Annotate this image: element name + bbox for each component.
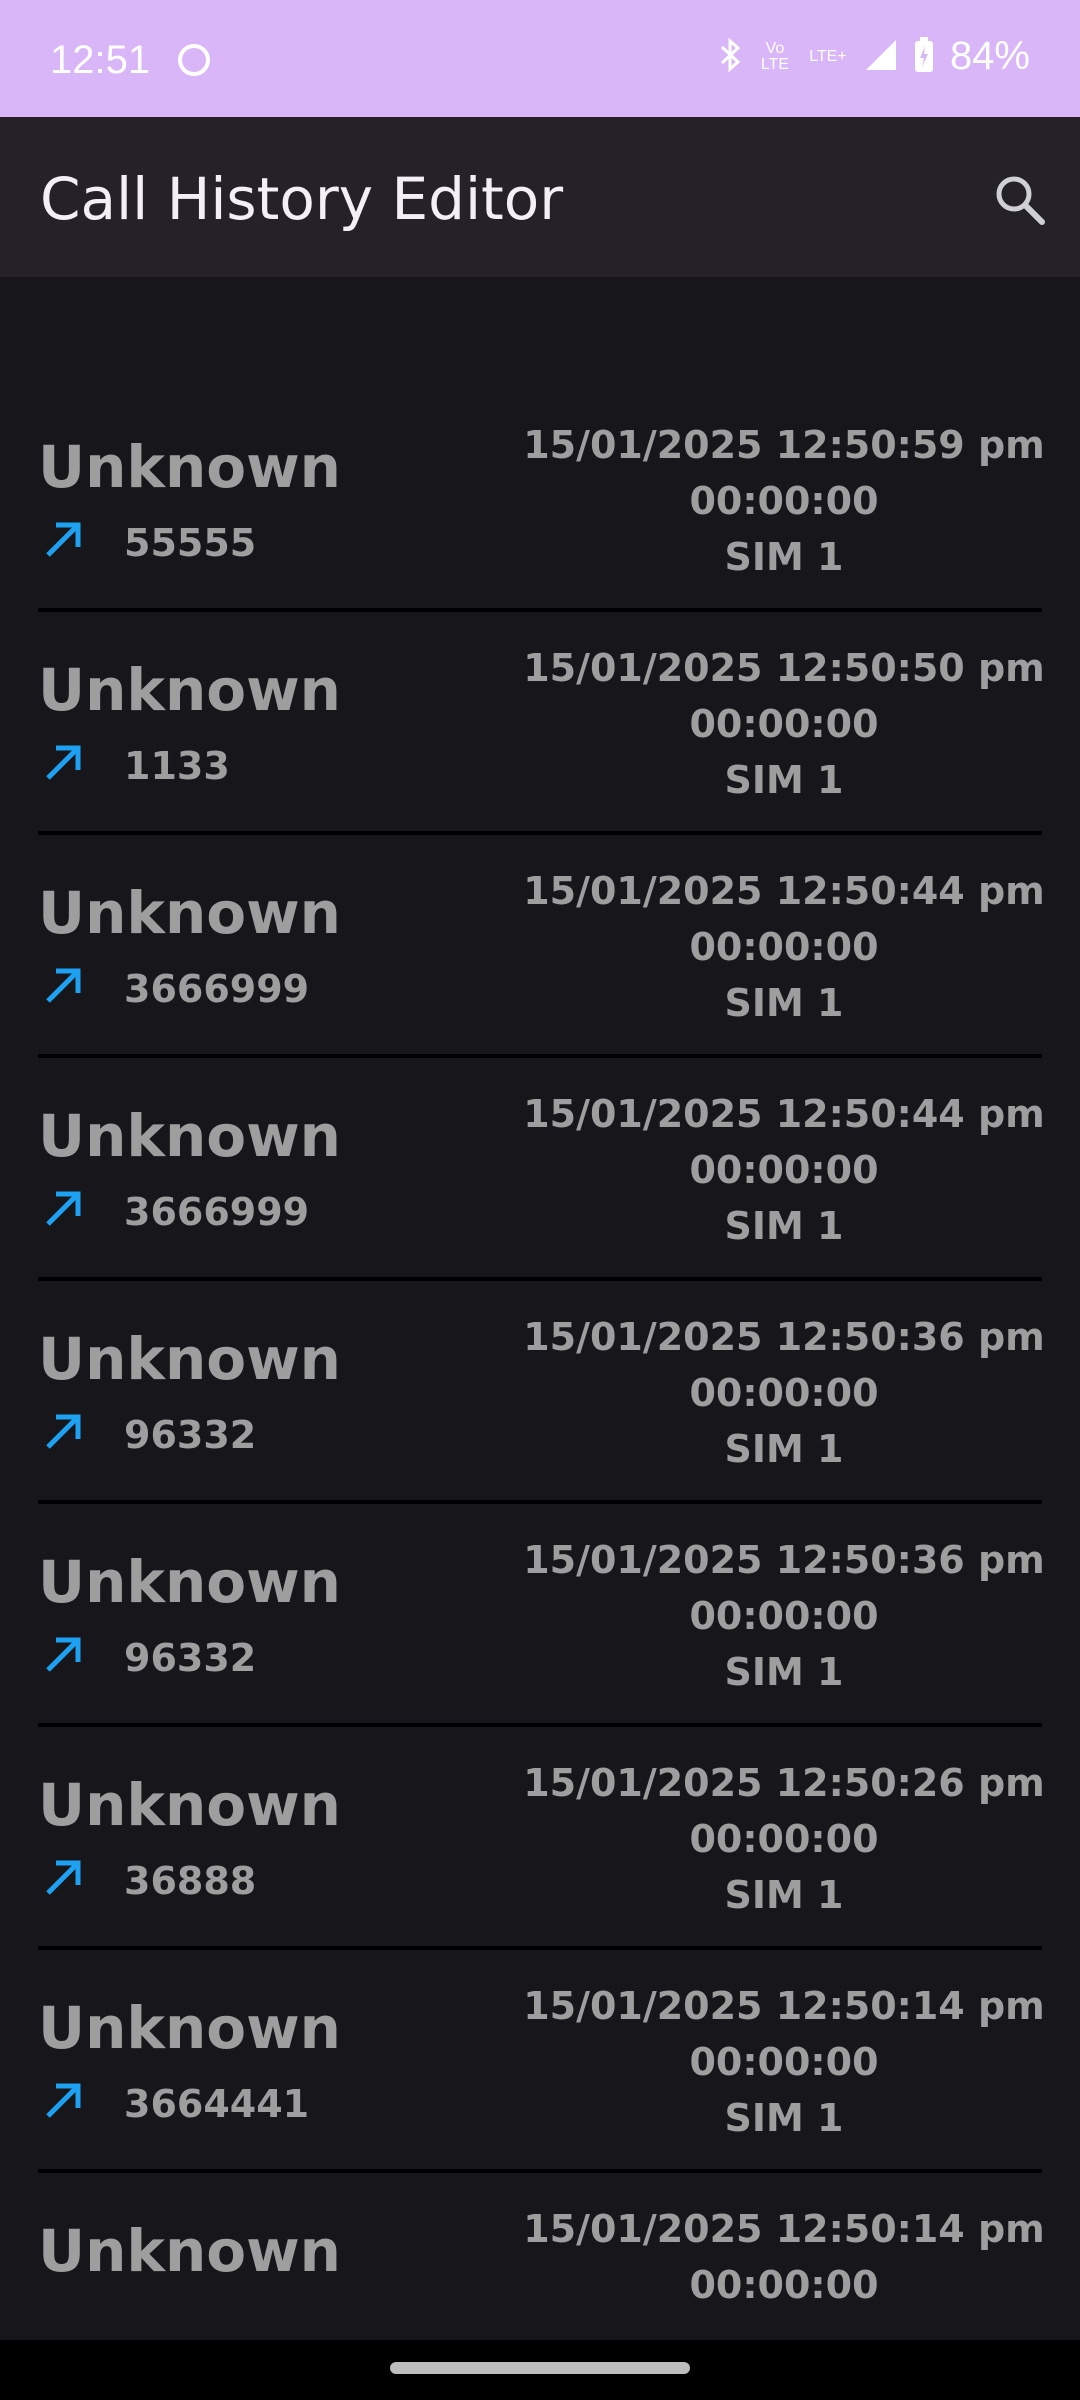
sim-label: SIM 1: [724, 1427, 844, 1471]
call-log-item[interactable]: Unknown 3666999 15/01/2025 12:50:44 pm 00:0…: [38, 1058, 1045, 1281]
outgoing-call-icon: [46, 1414, 81, 1449]
phone-number: 96332: [124, 1413, 257, 1457]
call-details: 15/01/2025 12:50:26 pm 00:00:00 SIM 1: [494, 1755, 1074, 1923]
status-icons: Vo LTE LTE+ 84%: [720, 34, 1030, 79]
battery-icon: [914, 36, 934, 77]
call-datetime: 15/01/2025 12:50:14 pm: [523, 1984, 1045, 2028]
search-button[interactable]: [990, 170, 1050, 230]
volte-icon: Vo LTE: [760, 39, 790, 73]
call-duration: 00:00:00: [689, 702, 879, 746]
sim-label: SIM 1: [724, 535, 844, 579]
sim-label: SIM 1: [724, 1204, 844, 1248]
call-duration: 00:00:00: [689, 1371, 879, 1415]
phone-number: 3666999: [124, 967, 310, 1011]
page-title: Call History Editor: [40, 165, 564, 233]
call-log-item[interactable]: Unknown 96332 15/01/2025 12:50:36 pm 00:00:…: [38, 1281, 1045, 1504]
app-bar: Call History Editor: [0, 117, 1080, 277]
call-details: 15/01/2025 12:50:44 pm 00:00:00 SIM 1: [494, 863, 1074, 1031]
sim-label: SIM 1: [724, 1650, 844, 1694]
caller-name: Unknown: [38, 1325, 341, 1393]
call-datetime: 15/01/2025 12:50:50 pm: [523, 646, 1045, 690]
call-log-item[interactable]: Unknown 36888 15/01/2025 12:50:26 pm 00:00:…: [38, 1727, 1045, 1950]
call-details: 15/01/2025 12:50:36 pm 00:00:00 SIM 1: [494, 1532, 1074, 1700]
call-log-item[interactable]: Unknown 55555 15/01/2025 12:50:59 pm 00:00:…: [38, 389, 1045, 612]
call-datetime: 15/01/2025 12:50:14 pm: [523, 2207, 1045, 2251]
call-details: 15/01/2025 12:50:50 pm 00:00:00 SIM 1: [494, 640, 1074, 808]
sim-label: SIM 1: [724, 1873, 844, 1917]
call-duration: 00:00:00: [689, 2263, 879, 2307]
call-details: 15/01/2025 12:50:14 pm 00:00:00: [494, 2201, 1074, 2313]
battery-percentage: 84%: [949, 34, 1030, 78]
call-log-item[interactable]: Unknown 96332 15/01/2025 12:50:36 pm 00:00:…: [38, 1504, 1045, 1727]
call-log-item[interactable]: Unknown 3666999 15/01/2025 12:50:44 pm 00:0…: [38, 835, 1045, 1058]
outgoing-call-icon: [46, 1860, 81, 1895]
call-datetime: 15/01/2025 12:50:44 pm: [523, 869, 1045, 913]
phone-number: 55555: [124, 521, 257, 565]
lte-plus-icon: LTE+: [809, 47, 847, 65]
caller-name: Unknown: [38, 656, 341, 724]
navigation-bar: [0, 2340, 1080, 2400]
caller-name: Unknown: [38, 433, 341, 501]
sim-label: SIM 1: [724, 2096, 844, 2140]
call-details: 15/01/2025 12:50:44 pm 00:00:00 SIM 1: [494, 1086, 1074, 1254]
phone-number: 96332: [124, 1636, 257, 1680]
home-gesture-handle[interactable]: [390, 2362, 690, 2374]
call-duration: 00:00:00: [689, 925, 879, 969]
outgoing-call-icon: [46, 522, 81, 557]
call-log-item[interactable]: Unknown 15/01/2025 12:50:14 pm 00:00:00: [38, 2173, 1045, 2340]
call-datetime: 15/01/2025 12:50:36 pm: [523, 1538, 1045, 1582]
outgoing-call-icon: [46, 1637, 81, 1672]
call-log-item[interactable]: Unknown 3664441 15/01/2025 12:50:14 pm 00:0…: [38, 1950, 1045, 2173]
app-notification-icon: [178, 44, 210, 76]
call-datetime: 15/01/2025 12:50:36 pm: [523, 1315, 1045, 1359]
call-details: 15/01/2025 12:50:59 pm 00:00:00 SIM 1: [494, 417, 1074, 585]
call-details: 15/01/2025 12:50:14 pm 00:00:00 SIM 1: [494, 1978, 1074, 2146]
bluetooth-icon: [720, 37, 742, 76]
phone-number: 1133: [124, 744, 230, 788]
caller-name: Unknown: [38, 1994, 341, 2062]
phone-number: 36888: [124, 1859, 257, 1903]
call-datetime: 15/01/2025 12:50:26 pm: [523, 1761, 1045, 1805]
outgoing-call-icon: [46, 1191, 81, 1226]
outgoing-call-icon: [46, 745, 81, 780]
call-duration: 00:00:00: [689, 2040, 879, 2084]
sim-label: SIM 1: [724, 758, 844, 802]
phone-number: 3666999: [124, 1190, 310, 1234]
call-datetime: 15/01/2025 12:50:59 pm: [523, 423, 1045, 467]
call-duration: 00:00:00: [689, 1148, 879, 1192]
search-icon: [996, 176, 1045, 225]
caller-name: Unknown: [38, 1102, 341, 1170]
caller-name: Unknown: [38, 1771, 341, 1839]
caller-name: Unknown: [38, 2217, 341, 2285]
outgoing-call-icon: [46, 968, 81, 1003]
status-time: 12:51: [50, 38, 151, 82]
outgoing-call-icon: [46, 2083, 81, 2118]
call-log-item[interactable]: Unknown 1133 15/01/2025 12:50:50 pm 00:00:0…: [38, 612, 1045, 835]
call-duration: 00:00:00: [689, 1594, 879, 1638]
call-details: 15/01/2025 12:50:36 pm 00:00:00 SIM 1: [494, 1309, 1074, 1477]
caller-name: Unknown: [38, 1548, 341, 1616]
call-duration: 00:00:00: [689, 479, 879, 523]
sim-label: SIM 1: [724, 981, 844, 1025]
caller-name: Unknown: [38, 879, 341, 947]
call-duration: 00:00:00: [689, 1817, 879, 1861]
call-datetime: 15/01/2025 12:50:44 pm: [523, 1092, 1045, 1136]
phone-number: 3664441: [124, 2082, 310, 2126]
signal-icon: [864, 38, 898, 76]
call-history-list[interactable]: Unknown 55555 15/01/2025 12:50:59 pm 00:00:…: [0, 277, 1080, 2340]
status-bar: 12:51 Vo LTE LTE+ 84%: [0, 0, 1080, 117]
